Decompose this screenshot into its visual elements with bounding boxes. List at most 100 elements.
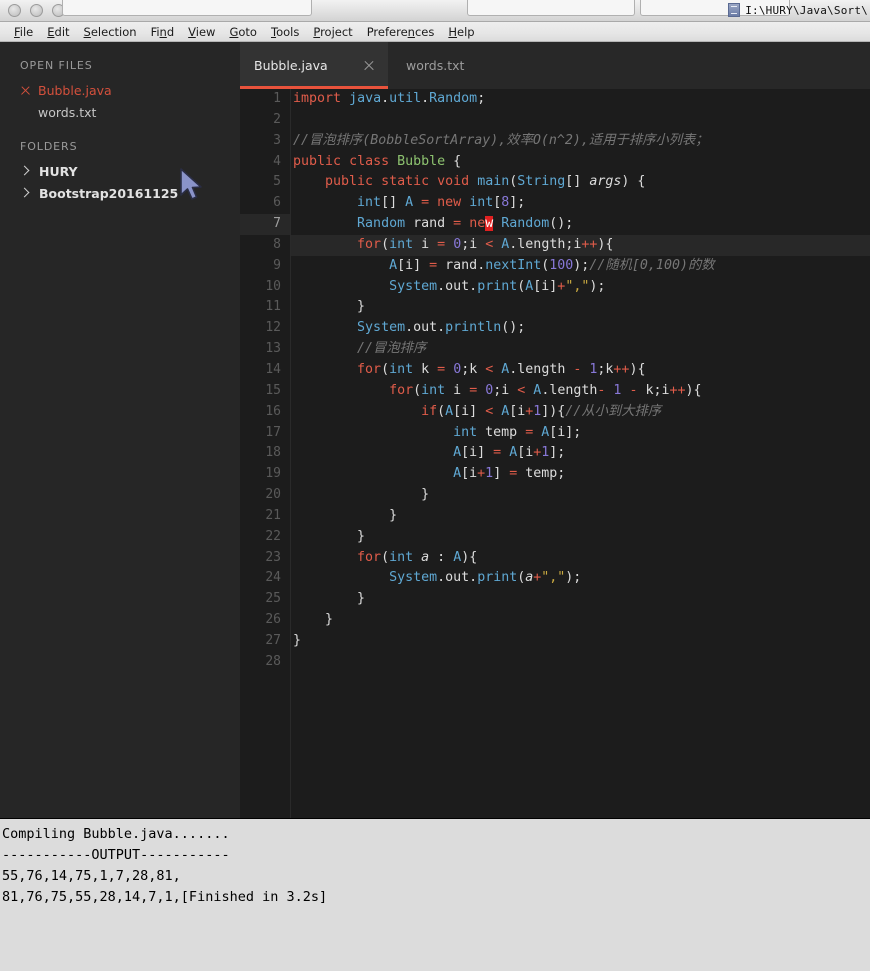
line-number: 3 xyxy=(273,132,281,148)
sidebar: OPEN FILES Bubble.java words.txt FOLDERS… xyxy=(0,42,240,818)
menu-item-edit[interactable]: Edit xyxy=(40,25,76,39)
console-line: 55,76,14,75,1,7,28,81, xyxy=(2,868,181,884)
sidebar-open-file-bubble-java[interactable]: Bubble.java xyxy=(0,79,240,101)
chevron-right-icon[interactable] xyxy=(20,189,29,198)
line-number: 26 xyxy=(265,612,281,628)
menu-bar: File Edit Selection Find View Goto Tools… xyxy=(0,22,870,42)
line-number: 10 xyxy=(265,278,281,294)
sidebar-folder-hury[interactable]: HURY xyxy=(0,160,240,182)
line-number: 20 xyxy=(265,487,281,503)
line-number: 25 xyxy=(265,591,281,607)
code-line-6: int[] A = new int[8]; xyxy=(357,195,526,211)
code-line-14: for(int k = 0;k < A.length - 1;k++){ xyxy=(357,361,646,377)
code-line-20: } xyxy=(421,487,430,503)
line-number-gutter: 1 2 3 4 5 6 7 8 9 10 11 12 13 14 15 16 1… xyxy=(240,89,291,818)
line-number: 23 xyxy=(265,549,281,565)
open-files-header: OPEN FILES xyxy=(20,59,93,72)
tab-close-icon[interactable] xyxy=(363,60,374,71)
menu-item-view[interactable]: View xyxy=(181,25,222,39)
line-number: 12 xyxy=(265,320,281,336)
line-number: 11 xyxy=(265,299,281,315)
line-number: 16 xyxy=(265,403,281,419)
title-bar: I:\HURY\Java\Sort\ xyxy=(0,0,870,22)
line-number: 14 xyxy=(265,361,281,377)
code-line-5: public static void main(String[] args) { xyxy=(325,174,646,190)
code-line-1: import java.util.Random; xyxy=(293,91,486,106)
code-line-25: } xyxy=(357,591,366,607)
menu-item-help[interactable]: Help xyxy=(441,25,481,39)
code-line-16: if(A[i] < A[i+1]){//从小到大排序 xyxy=(421,403,662,419)
line-number: 4 xyxy=(273,153,281,169)
close-window-button[interactable] xyxy=(8,4,21,17)
outer-tab-2[interactable] xyxy=(467,0,635,16)
chevron-right-icon[interactable] xyxy=(20,167,29,176)
menu-item-preferences[interactable]: Preferences xyxy=(360,25,442,39)
code-line-11: } xyxy=(357,299,366,315)
line-number: 9 xyxy=(273,257,281,273)
code-area[interactable]: 1 2 3 4 5 6 7 8 9 10 11 12 13 14 15 16 1… xyxy=(240,89,870,818)
close-icon[interactable] xyxy=(20,85,30,95)
window-controls[interactable] xyxy=(8,4,65,17)
outer-tab-1[interactable] xyxy=(62,0,312,16)
menu-item-goto[interactable]: Goto xyxy=(222,25,264,39)
tab-label: Bubble.java xyxy=(254,58,328,73)
line-number: 24 xyxy=(265,570,281,586)
code-line-24: System.out.print(a+","); xyxy=(389,570,582,586)
code-line-27: } xyxy=(293,632,302,648)
line-number: 6 xyxy=(273,195,281,211)
line-number: 8 xyxy=(273,236,281,252)
line-number: 21 xyxy=(265,507,281,523)
line-number: 5 xyxy=(273,174,281,190)
code-line-18: A[i] = A[i+1]; xyxy=(453,445,566,461)
tab-bubble-java[interactable]: Bubble.java xyxy=(240,42,388,89)
line-number: 15 xyxy=(265,382,281,398)
document-icon xyxy=(728,3,741,17)
title-path-group: I:\HURY\Java\Sort\ xyxy=(728,3,870,17)
minimize-window-button[interactable] xyxy=(30,4,43,17)
window-title-path: I:\HURY\Java\Sort\ xyxy=(745,3,868,17)
console-line: 81,76,75,55,28,14,7,1,[Finished in 3.2s] xyxy=(2,889,328,905)
line-number: 22 xyxy=(265,528,281,544)
code-line-7: Random rand = new Random(); xyxy=(357,216,574,232)
code-line-9: A[i] = rand.nextInt(100);//随机[0,100)的数 xyxy=(389,257,715,273)
code-line-17: int temp = A[i]; xyxy=(453,424,582,440)
menu-item-file[interactable]: File xyxy=(7,25,40,39)
line-number: 27 xyxy=(265,632,281,648)
code-line-26: } xyxy=(325,612,334,628)
code-line-23: for(int a : A){ xyxy=(357,549,478,565)
menu-item-tools[interactable]: Tools xyxy=(264,25,306,39)
open-file-label: words.txt xyxy=(38,104,97,120)
line-number: 1 xyxy=(273,91,281,106)
line-number: 17 xyxy=(265,424,281,440)
open-file-label: Bubble.java xyxy=(38,82,112,98)
browser-tab-strip xyxy=(62,0,802,16)
line-number: 19 xyxy=(265,466,281,482)
build-output-console[interactable]: Compiling Bubble.java....... -----------… xyxy=(0,818,870,971)
code-line-4: public class Bubble { xyxy=(293,153,462,169)
line-number: 18 xyxy=(265,445,281,461)
line-number: 2 xyxy=(273,111,281,127)
tab-label: words.txt xyxy=(406,58,465,73)
sidebar-folder-bootstrap[interactable]: Bootstrap20161125 xyxy=(0,182,240,204)
folder-label: Bootstrap20161125 xyxy=(39,185,179,201)
code-line-15: for(int i = 0;i < A.length- 1 - k;i++){ xyxy=(389,382,702,398)
code-line-21: } xyxy=(389,507,398,523)
console-line: Compiling Bubble.java....... xyxy=(2,826,230,842)
folders-header: FOLDERS xyxy=(20,140,78,153)
folder-label: HURY xyxy=(39,163,78,179)
menu-item-selection[interactable]: Selection xyxy=(77,25,144,39)
editor-pane: Bubble.java words.txt 1 2 3 4 5 6 7 8 9 … xyxy=(240,42,870,818)
menu-item-find[interactable]: Find xyxy=(144,25,182,39)
line-number-current: 7 xyxy=(240,214,290,235)
tab-words-txt[interactable]: words.txt xyxy=(388,42,523,89)
code-line-8: for(int i = 0;i < A.length;i++){ xyxy=(291,234,870,256)
line-number: 28 xyxy=(265,653,281,669)
code-text[interactable]: import java.util.Random; //冒泡排序(BobbleSo… xyxy=(291,89,870,818)
code-line-10: System.out.print(A[i]+","); xyxy=(389,278,606,294)
sidebar-open-file-words-txt[interactable]: words.txt xyxy=(0,101,240,123)
menu-item-project[interactable]: Project xyxy=(306,25,359,39)
code-line-22: } xyxy=(357,528,366,544)
line-number: 13 xyxy=(265,341,281,357)
